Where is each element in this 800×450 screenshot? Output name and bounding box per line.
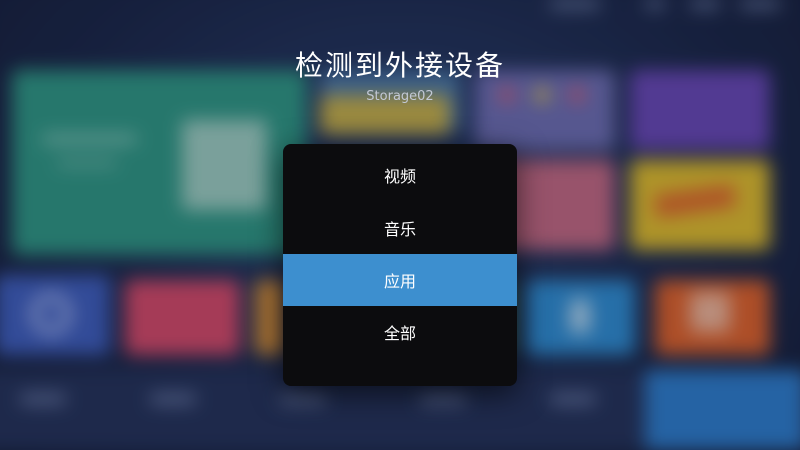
menu-item-label: 应用	[383, 272, 416, 291]
menu-item-label: 全部	[383, 324, 416, 343]
menu-item-video[interactable]: 视频	[283, 149, 517, 201]
menu-item-all[interactable]: 全部	[283, 306, 517, 358]
menu-item-label: 音乐	[383, 220, 416, 239]
tv-screen: 检测到外接设备 Storage02 视频 音乐 应用 全部	[0, 0, 800, 450]
device-action-menu: 视频 音乐 应用 全部	[283, 144, 517, 386]
device-name: Storage02	[366, 89, 434, 104]
menu-item-apps[interactable]: 应用	[283, 254, 517, 306]
menu-item-music[interactable]: 音乐	[283, 202, 517, 254]
dialog-title: 检测到外接设备	[294, 49, 505, 82]
menu-item-label: 视频	[383, 167, 416, 186]
